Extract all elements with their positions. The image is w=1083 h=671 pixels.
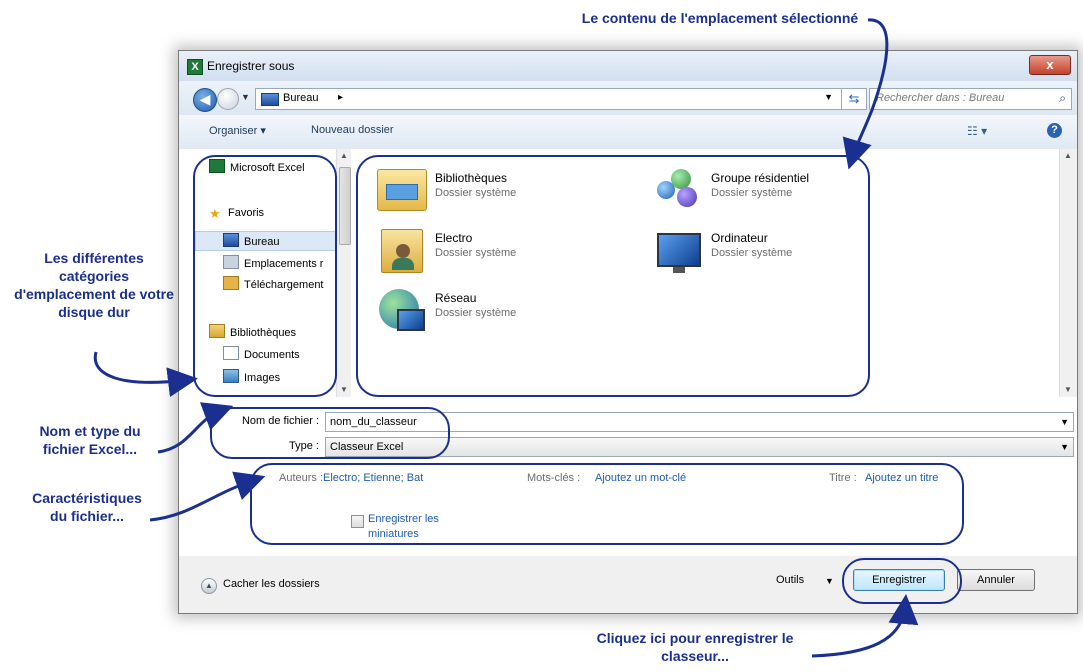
arrow-properties — [149, 471, 266, 522]
annotation-arrows — [93, 18, 919, 658]
arrow-filename — [157, 402, 234, 454]
arrow-save — [811, 594, 919, 658]
arrow-content — [842, 18, 889, 170]
arrow-categories — [93, 351, 198, 398]
